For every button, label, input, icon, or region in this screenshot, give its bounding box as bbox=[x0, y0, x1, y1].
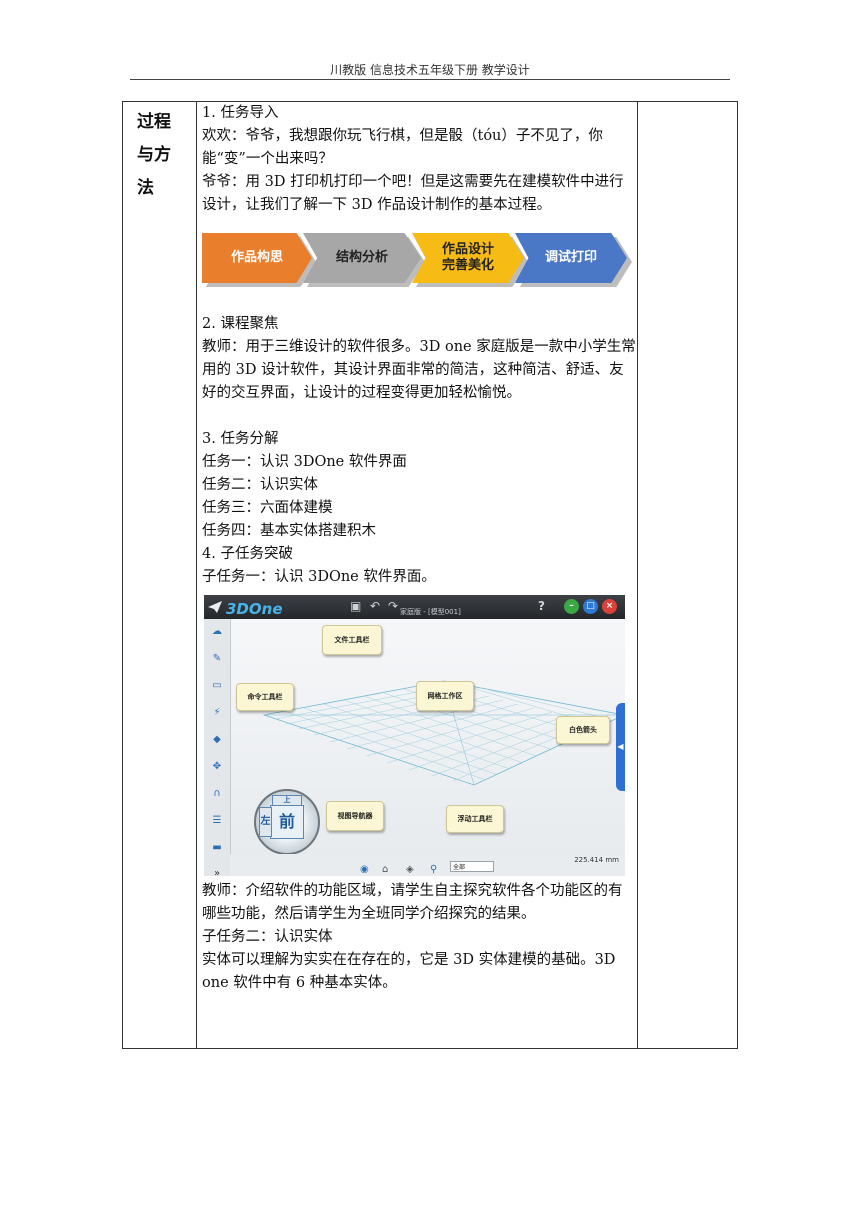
cube-top-face[interactable]: 上 bbox=[272, 795, 302, 806]
magnet-icon[interactable]: ∩ bbox=[210, 787, 224, 801]
table-divider-right bbox=[637, 102, 638, 1048]
render-icon[interactable]: ◈ bbox=[406, 858, 414, 876]
paragraph: 任务三：六面体建模 bbox=[202, 500, 333, 516]
table-divider-left bbox=[196, 102, 197, 1048]
software-screenshot: 3DOne ▣ ↶ ↷ 家庭版 - [模型001] ? – □ × ☁ ✎ ▭ … bbox=[204, 595, 625, 876]
flow-step: 作品构思 bbox=[202, 233, 312, 283]
redo-icon[interactable]: ↷ bbox=[388, 599, 398, 613]
shape-icon[interactable]: ☁ bbox=[210, 625, 224, 639]
scale-readout: 225.414 mm bbox=[574, 856, 619, 864]
callout-label: 浮动工具栏 bbox=[457, 814, 493, 823]
paragraph: 3. 任务分解 bbox=[202, 431, 279, 447]
paragraph: 欢欢：爷爷，我想跟你玩飞行棋，但是骰（tóu）子不见了，你能“变”一个出来吗？ bbox=[202, 128, 603, 167]
paragraph: 1. 任务导入 bbox=[202, 105, 279, 121]
layers-icon[interactable]: ☰ bbox=[210, 814, 224, 828]
content-cell: 1. 任务导入 欢欢：爷爷，我想跟你玩飞行棋，但是骰（tóu）子不见了，你能“变… bbox=[202, 102, 636, 995]
cube-front-face[interactable]: 前 bbox=[270, 805, 304, 839]
undo-icon[interactable]: ↶ bbox=[370, 599, 380, 613]
callout-label: 白色箭头 bbox=[569, 725, 597, 734]
save-icon[interactable]: ▣ bbox=[350, 599, 361, 613]
maximize-icon[interactable]: □ bbox=[583, 599, 598, 614]
view-navigator[interactable]: 前 左 上 bbox=[254, 789, 320, 855]
command-toolbar: ☁ ✎ ▭ ⚡ ◆ ✥ ∩ ☰ ▬ » bbox=[204, 619, 231, 876]
material-icon[interactable]: ▬ bbox=[210, 841, 224, 855]
paragraph: 子任务二：认识实体 bbox=[202, 929, 333, 945]
callout-white-arrow: 白色箭头 bbox=[556, 716, 610, 744]
callout-label: 网格工作区 bbox=[427, 691, 463, 700]
title-bar: 3DOne ▣ ↶ ↷ 家庭版 - [模型001] ? – □ × bbox=[204, 595, 625, 619]
paragraph: 教师：用于三维设计的软件很多。3D one 家庭版是一款中小学生常用的 3D 设… bbox=[202, 339, 636, 401]
cube-left-face[interactable]: 左 bbox=[259, 807, 272, 837]
filter-select[interactable]: 全部 bbox=[450, 861, 494, 872]
callout-float-toolbar: 浮动工具栏 bbox=[446, 805, 504, 833]
help-icon[interactable]: ? bbox=[538, 599, 545, 613]
white-arrow-tab[interactable]: ◀ bbox=[616, 703, 625, 791]
paragraph: 任务四：基本实体搭建积木 bbox=[202, 523, 376, 539]
paragraph: 子任务一：认识 3DOne 软件界面。 bbox=[202, 569, 436, 585]
header-rule bbox=[130, 79, 730, 80]
expand-icon[interactable]: » bbox=[210, 867, 224, 876]
zoom-icon[interactable]: ⚲ bbox=[430, 858, 437, 876]
paper-plane-icon bbox=[208, 599, 222, 613]
callout-label: 命令工具栏 bbox=[247, 692, 283, 701]
feature-icon[interactable]: ⚡ bbox=[210, 706, 224, 720]
callout-label: 文件工具栏 bbox=[334, 635, 370, 644]
paragraph: 4. 子任务突破 bbox=[202, 546, 293, 562]
callout-view-navigator: 视图导航器 bbox=[326, 801, 384, 831]
minimize-icon[interactable]: – bbox=[564, 599, 579, 614]
eye-icon[interactable]: ◉ bbox=[360, 858, 369, 876]
paragraph: 实体可以理解为实实在在存在的，它是 3D 实体建模的基础。3D one 软件中有… bbox=[202, 952, 621, 991]
home-icon[interactable]: ⌂ bbox=[382, 858, 388, 876]
paragraph: 2. 课程聚焦 bbox=[202, 316, 279, 332]
edit-sketch-icon[interactable]: ▭ bbox=[210, 679, 224, 693]
move-icon[interactable]: ✥ bbox=[210, 760, 224, 774]
label-cell: 过程与方法 bbox=[123, 102, 196, 1048]
close-icon[interactable]: × bbox=[602, 599, 617, 614]
callout-grid-area: 网格工作区 bbox=[416, 681, 474, 711]
paragraph: 任务二：认识实体 bbox=[202, 477, 318, 493]
process-flow: 作品构思 结构分析 作品设计 完善美化 调试打印 bbox=[202, 233, 636, 289]
flow-step: 结构分析 bbox=[303, 233, 421, 283]
callout-label: 视图导航器 bbox=[337, 811, 373, 820]
paragraph: 教师：介绍软件的功能区域，请学生自主探究软件各个功能区的有哪些功能，然后请学生为… bbox=[202, 883, 623, 922]
floating-toolbar: ◉ ⌂ ◈ ⚲ bbox=[230, 854, 625, 876]
sketch-icon[interactable]: ✎ bbox=[210, 652, 224, 666]
row-label: 过程与方法 bbox=[137, 112, 171, 198]
window-title: 家庭版 - [模型001] bbox=[400, 608, 461, 616]
callout-file-toolbar: 文件工具栏 bbox=[322, 625, 382, 655]
cube-icon[interactable]: ◆ bbox=[210, 733, 224, 747]
paragraph: 任务一：认识 3DOne 软件界面 bbox=[202, 454, 407, 470]
page-header: 川教版 信息技术五年级下册 教学设计 bbox=[330, 63, 530, 77]
lesson-table: 过程与方法 1. 任务导入 欢欢：爷爷，我想跟你玩飞行棋，但是骰（tóu）子不见… bbox=[122, 101, 738, 1049]
paragraph: 爷爷：用 3D 打印机打印一个吧！但是这需要先在建模软件中进行设计，让我们了解一… bbox=[202, 174, 624, 213]
flow-step: 作品设计 完善美化 bbox=[412, 233, 524, 283]
callout-command-toolbar: 命令工具栏 bbox=[236, 683, 294, 711]
flow-step: 调试打印 bbox=[515, 233, 627, 283]
app-logo: 3DOne bbox=[226, 600, 283, 618]
